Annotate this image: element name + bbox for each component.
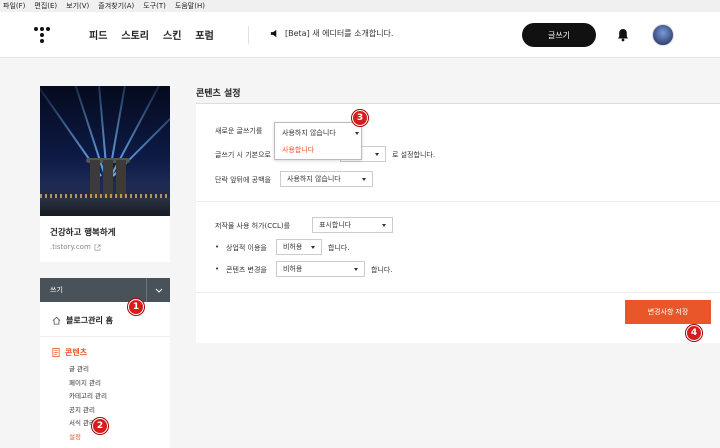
step-marker-4: 4: [686, 325, 702, 341]
chevron-down-icon[interactable]: [146, 278, 170, 302]
content-modify-suffix: 합니다.: [371, 266, 393, 274]
external-link-icon: [94, 244, 101, 250]
section-divider: [196, 201, 720, 202]
step-marker-3: 3: [352, 110, 368, 126]
step-marker-1: 1: [128, 299, 144, 315]
ccl-label: 저작물 사용 허가(CCL)를: [215, 222, 291, 230]
nav-story[interactable]: 스토리: [121, 27, 149, 42]
new-post-dropdown[interactable]: 사용하지 않습니다 사용합니다: [274, 122, 362, 160]
ccl-select[interactable]: 표시합니다: [312, 217, 393, 233]
home-icon: [52, 316, 61, 325]
nav-forum[interactable]: 포럼: [195, 27, 213, 42]
speaker-icon: [270, 29, 277, 38]
new-post-label: 새로운 글쓰기를: [215, 127, 263, 135]
bell-icon[interactable]: [617, 28, 629, 42]
commercial-use-label: 상업적 이용을: [226, 244, 267, 252]
menu-edit[interactable]: 편집(E): [34, 0, 57, 12]
dropdown-caret-icon: [355, 132, 359, 135]
notice-banner[interactable]: [Beta] 새 에디터를 소개합니다.: [270, 28, 393, 39]
bottom-divider: [196, 292, 720, 293]
sidebar-sub-template-manage[interactable]: 서식 관리: [69, 417, 170, 431]
menu-file[interactable]: 파일(F): [3, 0, 25, 12]
sidebar-sub-page-manage[interactable]: 페이지 관리: [69, 377, 170, 391]
paragraph-spacing-select[interactable]: 사용하지 않습니다: [280, 171, 373, 187]
dropdown-option-not-use[interactable]: 사용하지 않습니다: [282, 128, 336, 138]
menu-help[interactable]: 도움말(H): [175, 0, 205, 12]
menu-favorites[interactable]: 즐겨찾기(A): [98, 0, 134, 12]
notice-text: [Beta] 새 에디터를 소개합니다.: [285, 29, 394, 38]
default-visibility-suffix: 로 설정합니다.: [392, 151, 436, 159]
document-icon: [52, 347, 60, 357]
sidebar-write-label: 쓰기: [50, 286, 63, 294]
blog-cover-image: [40, 86, 170, 216]
sidebar: 건강하고 행복하게 .tistory.com 쓰기 블로그관리 홈 콘텐츠 글 …: [40, 86, 170, 448]
commercial-use-suffix: 합니다.: [328, 244, 350, 252]
sidebar-sub-post-manage[interactable]: 글 관리: [69, 363, 170, 377]
commercial-use-select[interactable]: 비허용: [276, 239, 322, 255]
top-navigation: 피드 스토리 스킨 포럼 [Beta] 새 에디터를 소개합니다. 글쓰기: [0, 12, 720, 58]
nav-skin[interactable]: 스킨: [163, 27, 181, 42]
sidebar-home-label: 블로그관리 홈: [66, 315, 113, 325]
save-changes-button[interactable]: 변경사항 저장: [625, 300, 711, 324]
default-visibility-label: 글쓰기 시 기본으로: [215, 151, 271, 159]
nav-menu: 피드 스토리 스킨 포럼: [89, 27, 228, 42]
nav-divider: [248, 26, 249, 44]
user-avatar[interactable]: [652, 24, 674, 46]
dropdown-option-use[interactable]: 사용합니다: [282, 145, 314, 155]
browser-menu-bar: 파일(F) 편집(E) 보기(V) 즐겨찾기(A) 도구(T) 도움말(H): [0, 0, 720, 12]
sidebar-item-content[interactable]: 콘텐츠: [40, 345, 170, 359]
paragraph-spacing-label: 단락 앞뒤에 공백을: [215, 176, 271, 184]
blog-info: 건강하고 행복하게 .tistory.com: [40, 216, 170, 262]
menu-view[interactable]: 보기(V): [66, 0, 89, 12]
blog-url[interactable]: .tistory.com: [50, 243, 160, 251]
sidebar-sub-notice-manage[interactable]: 공지 관리: [69, 404, 170, 418]
tistory-logo-icon[interactable]: [34, 27, 50, 45]
sidebar-divider: [40, 336, 170, 337]
blog-title[interactable]: 건강하고 행복하게: [50, 226, 160, 238]
menu-tools[interactable]: 도구(T): [143, 0, 166, 12]
content-modify-label: 콘텐츠 변경을: [226, 266, 267, 274]
bullet-modify: •: [215, 265, 220, 273]
nav-feed[interactable]: 피드: [89, 27, 107, 42]
sidebar-write-bar[interactable]: 쓰기: [40, 278, 170, 302]
page-title: 콘텐츠 설정: [196, 89, 241, 99]
sidebar-sub-settings[interactable]: 설정: [69, 431, 170, 445]
sidebar-item-blog-home[interactable]: 블로그관리 홈: [40, 310, 170, 330]
sidebar-content-label: 콘텐츠: [65, 347, 88, 357]
sidebar-sub-category-manage[interactable]: 카테고리 관리: [69, 390, 170, 404]
content-modify-select[interactable]: 비허용: [276, 261, 365, 277]
bullet-commercial: •: [215, 243, 220, 251]
write-post-button[interactable]: 글쓰기: [522, 23, 596, 47]
step-marker-2: 2: [92, 418, 108, 434]
